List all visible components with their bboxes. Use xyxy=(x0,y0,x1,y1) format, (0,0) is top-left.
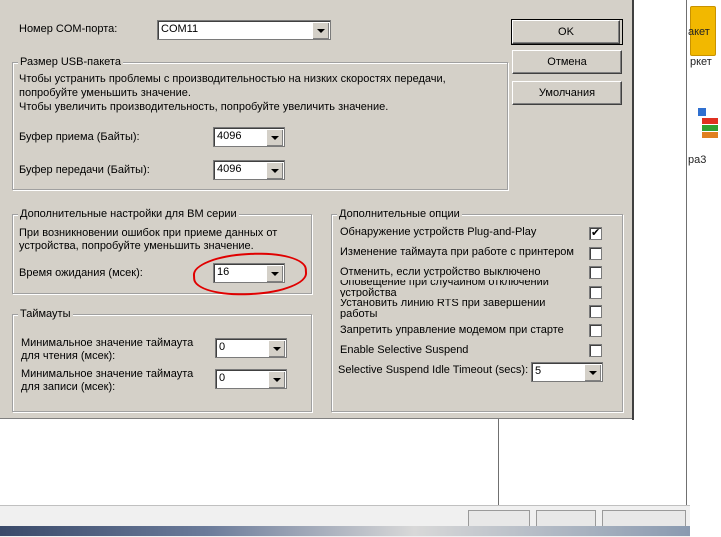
bm-hint-line2: устройства, попробуйте уменьшить значени… xyxy=(19,240,254,252)
ok-button[interactable]: OK xyxy=(512,20,620,44)
chevron-down-icon[interactable] xyxy=(312,22,329,39)
write-timeout-label-line1: Минимальное значение таймаута xyxy=(21,368,194,380)
chevron-down-icon[interactable] xyxy=(266,162,283,179)
usb-hint-line2: попробуйте уменьшить значение. xyxy=(19,87,191,99)
dialog-border xyxy=(632,0,634,420)
desktop-icon-label: акет xyxy=(688,26,710,38)
options-group-title: Дополнительные опции xyxy=(337,208,462,220)
option-checkbox-surprise-removal[interactable] xyxy=(589,286,602,299)
cancel-button[interactable]: Отмена xyxy=(512,50,622,74)
read-timeout-select[interactable]: 0 xyxy=(215,338,287,358)
option-checkbox-cancel-off[interactable] xyxy=(589,266,602,279)
option-label: Запретить управление модемом при старте xyxy=(340,324,564,336)
option-label: Обнаружение устройств Plug-and-Play xyxy=(340,226,537,238)
option-label-clip: Установить линию RTS при завершении рабо… xyxy=(340,299,580,319)
write-timeout-select[interactable]: 0 xyxy=(215,369,287,389)
com-port-label: Номер COM-порта: xyxy=(19,23,118,35)
com-port-select[interactable]: COM11 xyxy=(157,20,331,40)
idle-timeout-value: 5 xyxy=(535,365,542,377)
usb-group-title: Размер USB-пакета xyxy=(18,56,123,68)
read-timeout-label-line2: для чтения (мсек): xyxy=(21,350,116,362)
application-icon[interactable] xyxy=(696,108,718,138)
option-checkbox-modem-ctrl[interactable] xyxy=(589,324,602,337)
usb-hint-line3: Чтобы увеличить производительность, попр… xyxy=(19,101,389,113)
idle-timeout-select[interactable]: 5 xyxy=(531,362,603,382)
rx-buffer-value: 4096 xyxy=(217,130,242,142)
com-port-value: COM11 xyxy=(161,23,199,35)
option-checkbox-pnp[interactable] xyxy=(589,226,602,240)
option-checkbox-selective-suspend[interactable] xyxy=(589,344,602,357)
chevron-down-icon[interactable] xyxy=(266,129,283,146)
idle-timeout-label: Selective Suspend Idle Timeout (secs): xyxy=(338,364,529,376)
tx-buffer-value: 4096 xyxy=(217,163,242,175)
bm-hint-line1: При возникновении ошибок при приеме данн… xyxy=(19,227,278,239)
defaults-button[interactable]: Умолчания xyxy=(512,81,622,105)
background-divider xyxy=(498,418,499,510)
desktop-area xyxy=(690,0,721,536)
desktop-icon-label: ра3 xyxy=(688,154,707,166)
taskbar-strip xyxy=(0,526,690,536)
write-timeout-value: 0 xyxy=(219,372,226,384)
background-edge xyxy=(686,0,687,520)
chevron-down-icon[interactable] xyxy=(268,340,285,357)
timeouts-group: Таймауты xyxy=(12,308,312,412)
option-label-line2: работы xyxy=(340,308,378,320)
option-checkbox-printer-timeout[interactable] xyxy=(589,247,602,260)
option-label: Enable Selective Suspend xyxy=(340,344,469,356)
read-timeout-label-line1: Минимальное значение таймаута xyxy=(21,337,194,349)
tx-buffer-label: Буфер передачи (Байты): xyxy=(19,164,150,176)
option-label-line2: устройства xyxy=(340,287,397,298)
bm-group-title: Дополнительные настройки для ВМ серии xyxy=(18,208,239,220)
desktop-icon-label: ркет xyxy=(690,56,712,68)
rx-buffer-label: Буфер приема (Байты): xyxy=(19,131,140,143)
timeouts-group-title: Таймауты xyxy=(18,308,73,320)
option-checkbox-rts-close[interactable] xyxy=(589,305,602,318)
chevron-down-icon[interactable] xyxy=(268,371,285,388)
option-label-clip: Оповещение при случайном отключении устр… xyxy=(340,280,580,297)
chevron-down-icon[interactable] xyxy=(584,364,601,381)
usb-hint-line1: Чтобы устранить проблемы с производитель… xyxy=(19,73,446,85)
write-timeout-label-line2: для записи (мсек): xyxy=(21,381,116,393)
rx-buffer-select[interactable]: 4096 xyxy=(213,127,285,147)
option-label: Изменение таймаута при работе с принтеро… xyxy=(340,246,574,258)
latency-label: Время ожидания (мсек): xyxy=(19,267,143,279)
read-timeout-value: 0 xyxy=(219,341,226,353)
option-label: Отменить, если устройство выключено xyxy=(340,266,541,278)
tx-buffer-select[interactable]: 4096 xyxy=(213,160,285,180)
